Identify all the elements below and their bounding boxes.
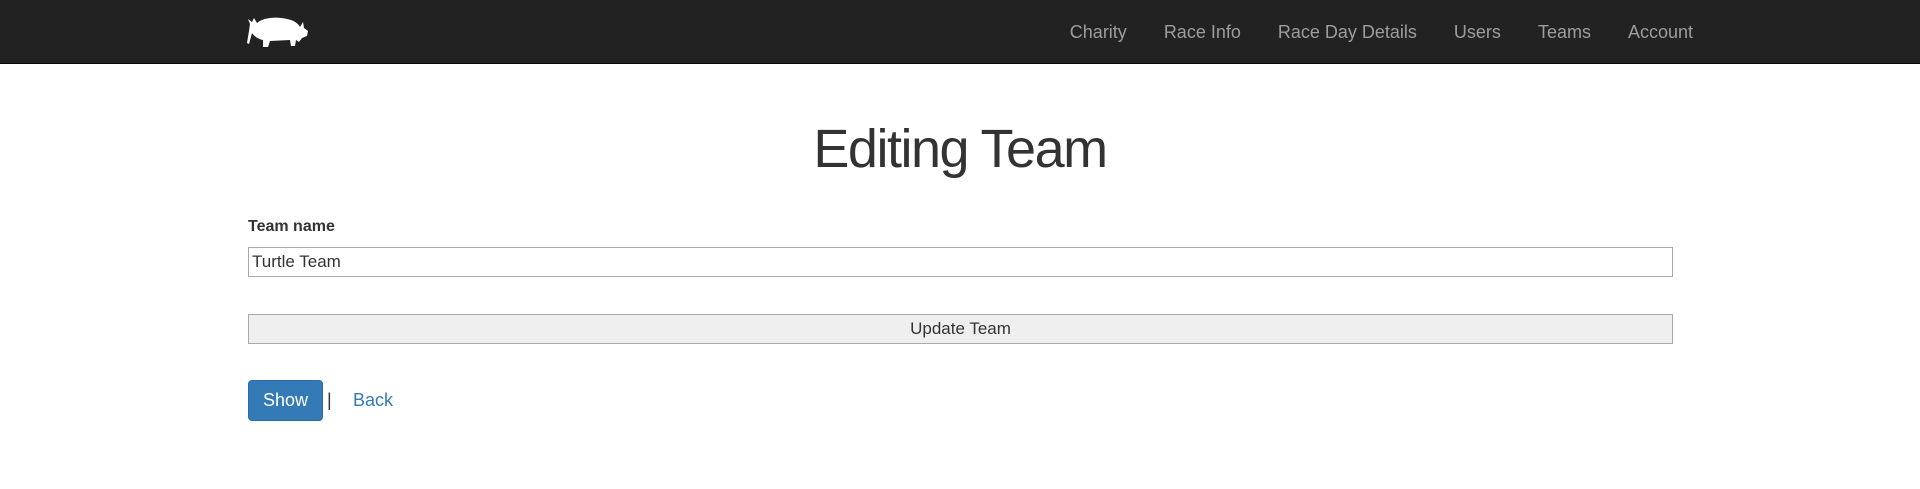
nav-link-race-info[interactable]: Race Info [1145,0,1259,64]
top-navbar: Charity Race Info Race Day Details Users… [0,0,1920,64]
brand-logo[interactable] [246,11,310,49]
nav-link-account[interactable]: Account [1609,0,1693,64]
nav-link-charity[interactable]: Charity [1051,0,1145,64]
page-title: Editing Team [813,119,1108,179]
nav-links: Charity Race Info Race Day Details Users… [1051,0,1693,64]
nav-link-teams[interactable]: Teams [1519,0,1609,64]
back-link[interactable]: Back [353,390,393,411]
link-separator: | [327,390,332,410]
rhino-logo-icon [247,17,308,47]
show-button[interactable]: Show [248,380,323,421]
nav-link-users[interactable]: Users [1435,0,1519,64]
update-team-button[interactable]: Update Team [248,314,1673,344]
team-name-input[interactable] [248,247,1673,277]
team-name-label: Team name [248,218,335,235]
nav-link-race-day-details[interactable]: Race Day Details [1259,0,1435,64]
